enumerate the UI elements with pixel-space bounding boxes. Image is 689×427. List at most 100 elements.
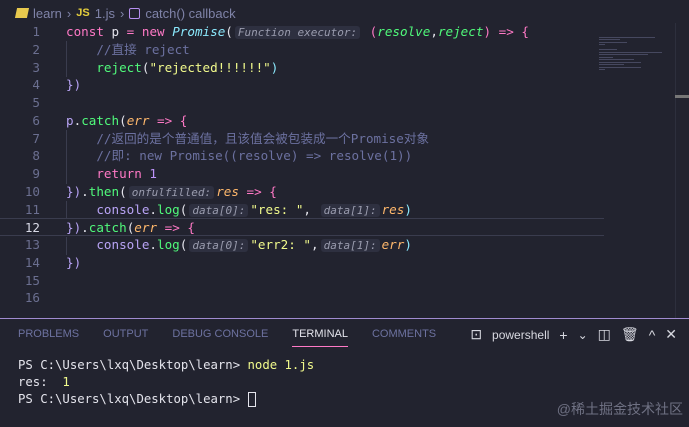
output-value: 1 xyxy=(62,375,70,389)
tab-comments[interactable]: COMMENTS xyxy=(372,328,436,347)
close-panel-icon[interactable]: ✕ xyxy=(665,326,677,343)
inlay-hint: onfulfilled: xyxy=(128,185,215,199)
code-line[interactable]: 1 const p = new Promise(Function executor… xyxy=(0,23,604,41)
code-token: }) xyxy=(66,254,82,270)
code-line[interactable]: 8 //即: new Promise((resolve) => resolve(… xyxy=(0,147,604,165)
code-token: ( xyxy=(119,112,127,128)
code-text: }).catch(err => { xyxy=(66,219,195,237)
code-token: p xyxy=(66,112,74,128)
code-token: ) xyxy=(270,59,279,75)
breadcrumb-file[interactable]: 1.js xyxy=(95,6,115,21)
line-number: 6 xyxy=(32,112,40,128)
code-line[interactable]: 14}) xyxy=(0,254,604,272)
terminal-output[interactable]: PS C:\Users\lxq\Desktop\learn> node 1.js… xyxy=(18,357,314,408)
code-line[interactable]: 4}) xyxy=(0,76,604,94)
tab-debug-console[interactable]: DEBUG CONSOLE xyxy=(172,328,268,347)
breadcrumb-folder[interactable]: learn xyxy=(33,6,62,21)
code-token: err xyxy=(381,237,405,252)
code-line[interactable]: 11 console.log(data[0]: "res: ", data[1]:… xyxy=(0,201,604,219)
symbol-method-icon xyxy=(129,7,141,19)
breadcrumb: learn › JS 1.js › catch() callback xyxy=(14,4,236,22)
line-number: 1 xyxy=(32,24,40,39)
code-token: reject xyxy=(437,24,484,39)
bottom-panel: PROBLEMS OUTPUT DEBUG CONSOLE TERMINAL COMME… xyxy=(0,318,689,427)
code-token: ( xyxy=(119,183,127,199)
code-line[interactable]: 16 xyxy=(0,289,604,307)
chevron-down-icon[interactable]: ⌄ xyxy=(578,328,588,342)
output-label: res: xyxy=(18,375,63,389)
code-token: resolve xyxy=(377,24,431,39)
terminal-prompt: PS C:\Users\lxq\Desktop\learn> xyxy=(18,358,248,372)
code-token: Promise xyxy=(172,24,226,39)
code-line[interactable]: 7 //返回的是个普通值，且该值会被包装成一个Promise对象 xyxy=(0,130,604,148)
code-token: ( xyxy=(179,201,188,217)
code-token: => { xyxy=(238,183,277,199)
code-line[interactable]: 9 return 1 xyxy=(0,165,604,183)
code-line[interactable]: 6 p.catch(err => { xyxy=(0,112,604,130)
code-token: err xyxy=(134,220,158,236)
line-number: 5 xyxy=(32,95,40,110)
line-number: 10 xyxy=(24,183,40,199)
line-number: 9 xyxy=(32,166,40,181)
code-token: . xyxy=(81,220,89,236)
code-token: ( xyxy=(179,237,188,252)
code-token: //返回的是个普通值，且该值会被包装成一个Promise对象 xyxy=(66,130,430,146)
code-token: log xyxy=(157,237,180,252)
code-line[interactable]: 2 //直接 reject xyxy=(0,41,604,59)
new-terminal-icon[interactable]: + xyxy=(559,327,567,343)
code-token: console xyxy=(96,237,150,252)
code-token: }) xyxy=(66,183,82,199)
code-line[interactable]: 13 console.log(data[0]: "err2: ", data[1]:… xyxy=(0,236,604,254)
code-text: console.log(data[0]: "err2: ", data[1]: err… xyxy=(66,236,412,255)
code-line[interactable]: 5 xyxy=(0,94,604,112)
shell-name[interactable]: powershell xyxy=(492,328,549,342)
trash-icon[interactable]: 🗑 xyxy=(621,326,639,343)
line-number: 16 xyxy=(24,290,40,306)
code-token: ( xyxy=(362,24,378,39)
code-token: res xyxy=(216,183,239,199)
terminal-prompt: PS C:\Users\lxq\Desktop\learn> xyxy=(18,392,248,406)
code-token: ) xyxy=(404,237,412,252)
maximize-panel-icon[interactable]: ^ xyxy=(649,327,656,343)
code-token: res xyxy=(381,201,405,217)
vertical-scrollbar[interactable] xyxy=(675,23,689,318)
code-token: => xyxy=(498,24,514,39)
code-line[interactable]: 12}).catch(err => { xyxy=(0,218,604,237)
line-number: 4 xyxy=(32,77,40,93)
code-token: => { xyxy=(149,112,188,128)
code-text: //返回的是个普通值，且该值会被包装成一个Promise对象 xyxy=(66,130,429,148)
code-editor[interactable]: 1 const p = new Promise(Function executor… xyxy=(0,23,689,318)
code-token: , xyxy=(303,201,319,217)
code-token: err xyxy=(126,112,150,128)
code-token: log xyxy=(157,201,180,217)
code-text: return 1 xyxy=(66,165,157,183)
split-terminal-icon[interactable]: ◫ xyxy=(598,326,611,343)
watermark: @稀土掘金技术社区 xyxy=(556,401,683,417)
code-line[interactable]: 3 reject("rejected!!!!!!") xyxy=(0,59,604,77)
minimap[interactable] xyxy=(599,35,669,115)
line-number: 8 xyxy=(32,148,40,164)
code-token: . xyxy=(149,201,158,217)
line-number: 2 xyxy=(32,41,40,57)
line-number: 11 xyxy=(24,201,40,217)
code-token: "err2: " xyxy=(250,237,312,252)
code-token: catch xyxy=(81,112,120,128)
code-text: //直接 reject xyxy=(66,41,189,59)
code-token: return xyxy=(96,166,142,181)
code-text: }) xyxy=(66,254,81,272)
code-token: . xyxy=(149,237,158,252)
panel-toolbar: ⊡ powershell + ⌄ ◫ 🗑 ^ ✕ xyxy=(470,326,677,343)
breadcrumb-symbol[interactable]: catch() callback xyxy=(145,6,235,21)
tab-terminal[interactable]: TERMINAL xyxy=(292,328,348,347)
tab-output[interactable]: OUTPUT xyxy=(103,328,148,347)
panel-tabs: PROBLEMS OUTPUT DEBUG CONSOLE TERMINAL COMME… xyxy=(18,328,460,347)
tab-problems[interactable]: PROBLEMS xyxy=(18,328,79,347)
code-token: => { xyxy=(157,220,195,236)
code-line[interactable]: 15 xyxy=(0,272,604,290)
code-line[interactable]: 10}).then(onfulfilled: res => { xyxy=(0,183,604,201)
line-number: 14 xyxy=(24,254,40,270)
code-token: new xyxy=(141,24,165,39)
